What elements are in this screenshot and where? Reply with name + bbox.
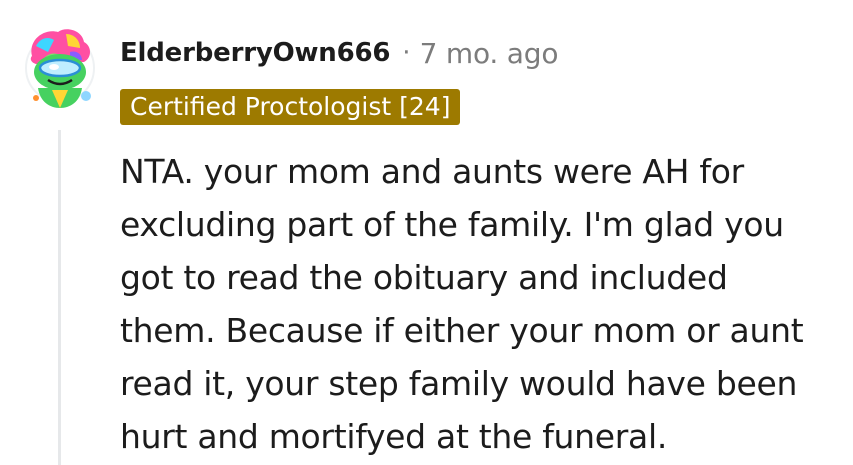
comment-body-line: hurt and mortifyed at the funeral. bbox=[120, 417, 668, 456]
thread-line[interactable] bbox=[58, 130, 61, 465]
comment-body-line: got to read the obituary and included bbox=[120, 258, 728, 297]
author-link[interactable]: ElderberryOwn666 bbox=[120, 38, 390, 68]
frog-avatar-icon[interactable] bbox=[22, 22, 98, 114]
comment: ElderberryOwn666 · 7 mo. ago Certified P… bbox=[0, 0, 853, 465]
comment-body: NTA. your mom and aunts were AH for excl… bbox=[120, 145, 840, 463]
comment-body-line: read it, your step family would have bee… bbox=[120, 364, 798, 403]
user-flair-badge: Certified Proctologist [24] bbox=[120, 89, 461, 125]
timestamp-link[interactable]: 7 mo. ago bbox=[420, 37, 559, 70]
comment-body-line: excluding part of the family. I'm glad y… bbox=[120, 205, 784, 244]
meta-separator: · bbox=[402, 38, 411, 68]
comment-body-line: NTA. your mom and aunts were AH for bbox=[120, 152, 744, 191]
comment-body-line: them. Because if either your mom or aunt bbox=[120, 311, 804, 350]
comment-header: ElderberryOwn666 · 7 mo. ago bbox=[120, 33, 558, 73]
